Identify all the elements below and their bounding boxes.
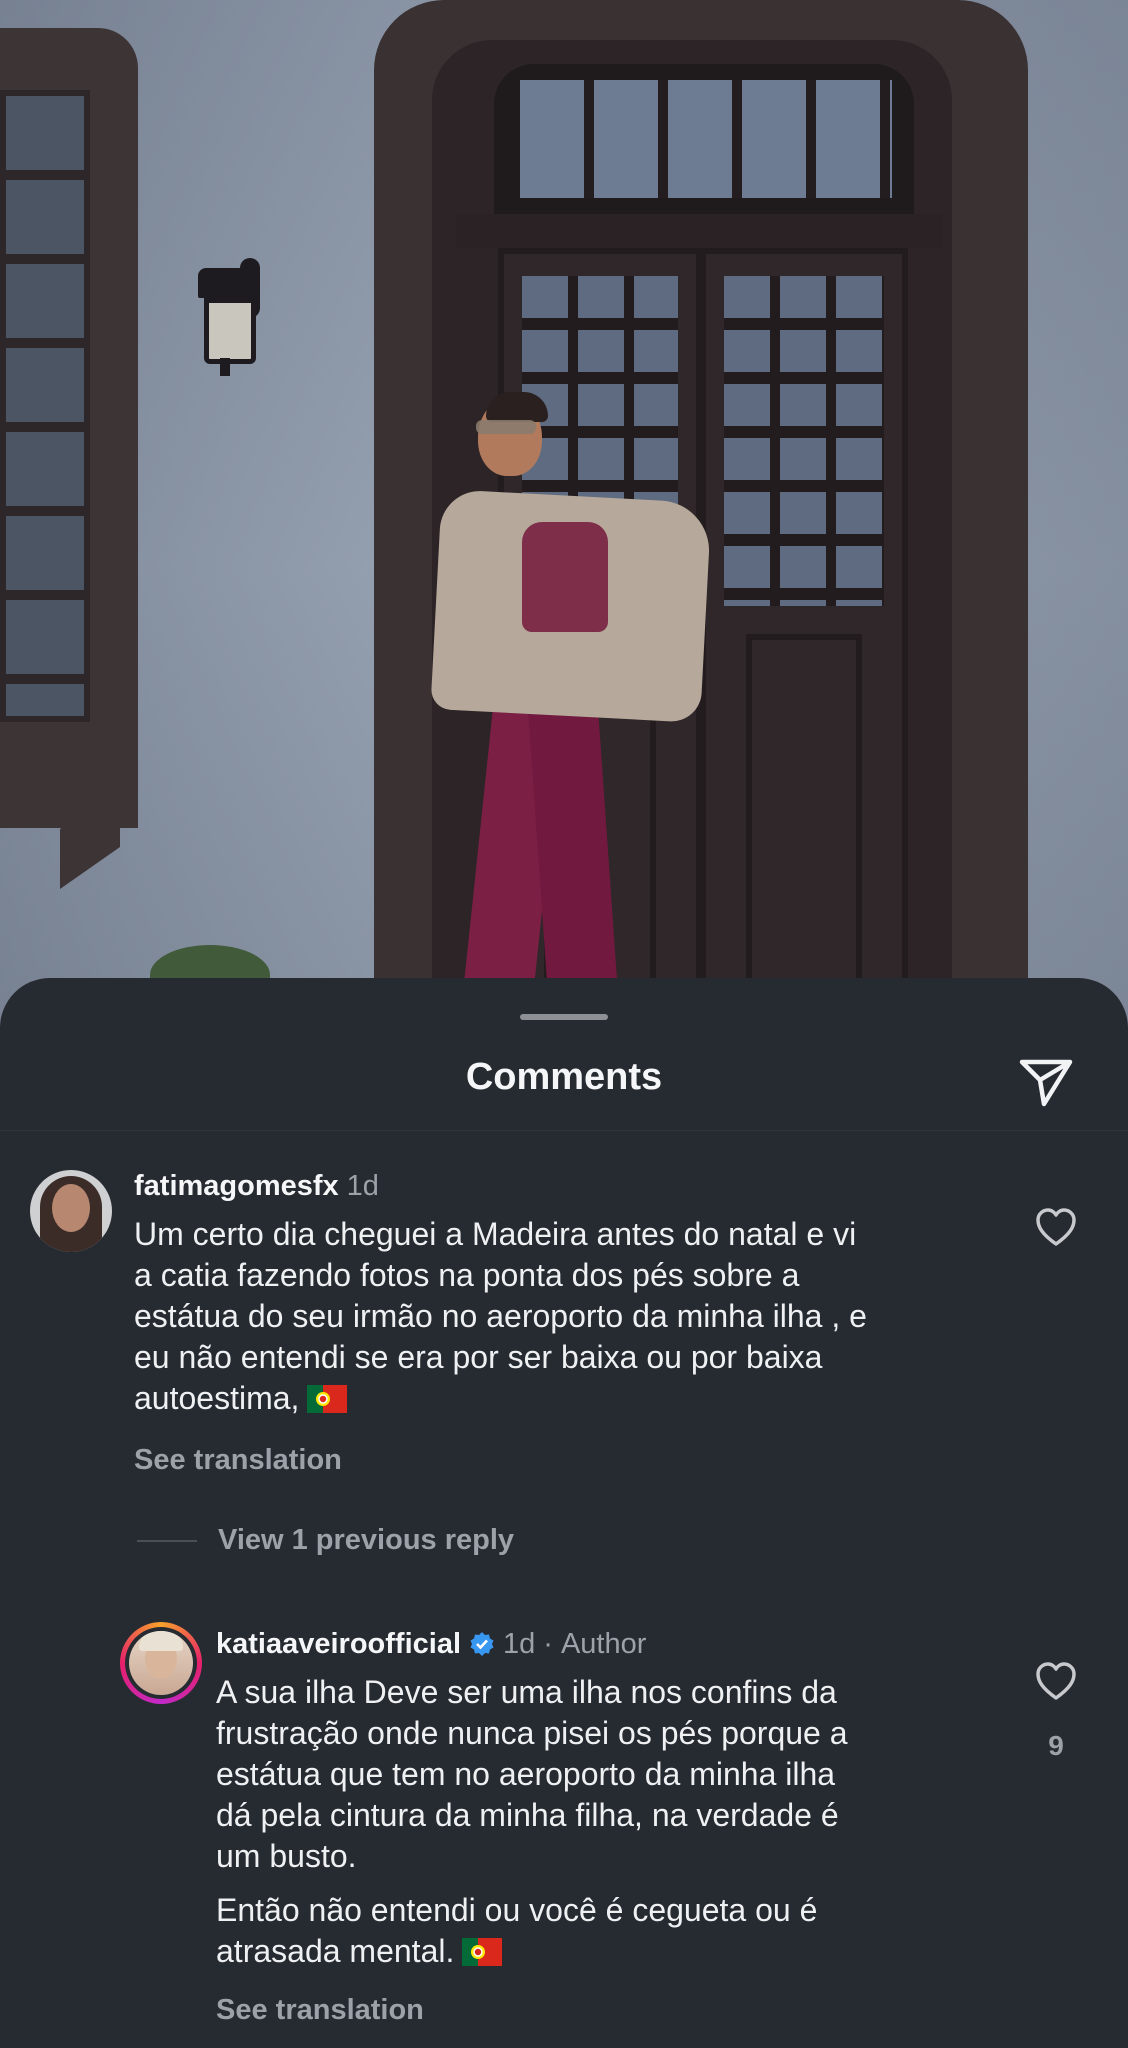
- comment-line: estátua que tem no aeroporto da minha il…: [216, 1756, 836, 1792]
- comment-line: atrasada mental.: [216, 1933, 455, 1969]
- portugal-flag-icon: [307, 1382, 348, 1413]
- verified-badge-icon: [469, 1631, 495, 1657]
- username[interactable]: fatimagomesfx: [134, 1170, 339, 1202]
- see-translation-link[interactable]: See translation: [216, 1994, 424, 2027]
- view-previous-replies[interactable]: View 1 previous reply: [218, 1524, 514, 1557]
- divider: [0, 1130, 1128, 1131]
- timestamp: 1d: [503, 1628, 536, 1660]
- comment-text: A sua ilha Deve ser uma ilha nos confins…: [216, 1672, 848, 1877]
- avatar[interactable]: [30, 1170, 112, 1252]
- timestamp: 1d: [346, 1170, 379, 1202]
- heart-outline-icon[interactable]: [1034, 1660, 1078, 1704]
- comment-meta: fatimagomesfx 1d: [134, 1170, 379, 1203]
- paper-plane-icon[interactable]: [1016, 1052, 1076, 1112]
- like-count: 9: [1048, 1730, 1064, 1761]
- comment-line: a catia fazendo fotos na ponta dos pés s…: [134, 1257, 800, 1293]
- comment-text: Então não entendi ou você é cegueta ou é…: [216, 1890, 817, 1972]
- transom-window: [520, 80, 892, 198]
- door-lintel: [456, 214, 942, 248]
- wall-lamp: [186, 258, 266, 408]
- comment-line: autoestima,: [134, 1380, 300, 1416]
- portugal-flag-icon: [462, 1935, 503, 1966]
- comment-line: eu não entendi se era por ser baixa ou p…: [134, 1339, 823, 1375]
- comments-sheet: Comments: [0, 978, 1128, 2048]
- window: [0, 90, 90, 722]
- comment-line: dá pela cintura da minha filha, na verda…: [216, 1797, 839, 1833]
- replies-line: [137, 1540, 197, 1542]
- comment-line: Então não entendi ou você é cegueta ou é: [216, 1892, 818, 1928]
- comment-line: A sua ilha Deve ser uma ilha nos confins…: [216, 1674, 837, 1710]
- comment-line: um busto.: [216, 1838, 357, 1874]
- post-photo: [0, 0, 1128, 1030]
- comment-meta: katiaaveiroofficial 1d · Author: [216, 1628, 646, 1661]
- door-right: [700, 248, 908, 1030]
- comment-line: estátua do seu irmão no aeroporto da min…: [134, 1298, 867, 1334]
- sheet-title: Comments: [465, 1056, 663, 1098]
- see-translation-link[interactable]: See translation: [134, 1444, 342, 1477]
- avatar-story-ring[interactable]: [120, 1622, 202, 1704]
- comment-line: frustração onde nunca pisei os pés porqu…: [216, 1715, 848, 1751]
- username[interactable]: katiaaveiroofficial: [216, 1628, 461, 1660]
- comment-text: Um certo dia cheguei a Madeira antes do …: [134, 1214, 867, 1419]
- drag-handle[interactable]: [520, 1014, 608, 1020]
- separator: ·: [543, 1628, 553, 1660]
- comment-line: Um certo dia cheguei a Madeira antes do …: [134, 1216, 857, 1252]
- person: [430, 392, 712, 1030]
- author-label: Author: [560, 1628, 647, 1660]
- heart-outline-icon[interactable]: [1034, 1206, 1078, 1250]
